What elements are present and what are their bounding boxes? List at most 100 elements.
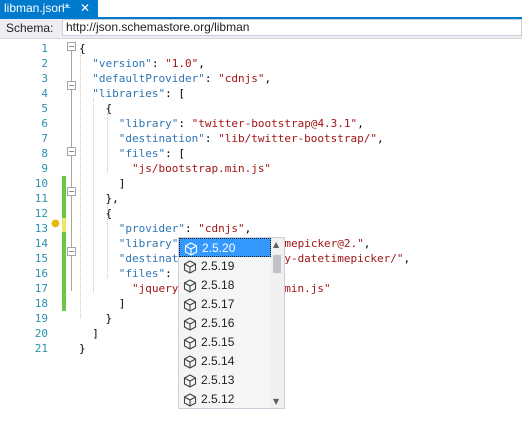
code-text: "library": "twitter-bootstrap@4.3.1",	[79, 116, 364, 131]
json-punctuation	[79, 222, 119, 235]
line-number: 9	[41, 162, 48, 175]
json-punctuation: :	[151, 57, 166, 70]
json-punctuation: :	[178, 117, 192, 130]
json-key: "defaultProvider"	[92, 72, 205, 85]
json-string: "lib/twitter-bootstrap/"	[218, 132, 378, 145]
json-punctuation: }	[79, 342, 86, 355]
code-line[interactable]: 9 "js/bootstrap.min.js"	[0, 161, 522, 176]
package-cube-icon	[183, 298, 197, 312]
completion-item[interactable]: 2.5.13	[179, 371, 271, 390]
json-string: "twitter-bootstrap@4.3.1"	[191, 117, 358, 130]
code-line[interactable]: 1{	[0, 41, 522, 56]
json-punctuation: },	[79, 192, 119, 205]
json-punctuation: : [	[165, 147, 185, 160]
json-punctuation: ]	[79, 297, 126, 310]
json-punctuation: :	[184, 222, 199, 235]
json-punctuation	[79, 57, 92, 70]
code-text: "libraries": [	[79, 86, 185, 101]
completion-item-label: 2.5.13	[201, 373, 235, 387]
package-cube-icon	[183, 279, 197, 293]
code-line[interactable]: 2 "version": "1.0",	[0, 56, 522, 71]
line-number: 10	[34, 177, 48, 190]
completion-item[interactable]: 2.5.18	[179, 276, 271, 295]
close-icon[interactable]: ✕	[80, 0, 90, 17]
json-punctuation	[79, 147, 119, 160]
json-punctuation: {	[79, 42, 86, 55]
line-number: 14	[34, 237, 48, 250]
line-number: 5	[41, 102, 48, 115]
package-cube-icon	[183, 374, 197, 388]
json-punctuation: ,	[244, 222, 252, 235]
completion-item-label: 2.5.12	[201, 392, 235, 406]
code-line[interactable]: 13 "provider": "cdnjs",	[0, 221, 522, 236]
json-key: "files"	[118, 267, 166, 280]
line-number: 4	[41, 87, 48, 100]
line-number: 7	[41, 132, 48, 145]
schema-url-field[interactable]: http://json.schemastore.org/libman	[62, 19, 522, 36]
json-key: "library"	[118, 117, 179, 130]
completion-item-label: 2.5.15	[201, 335, 235, 349]
tab-title: libman.json*	[4, 1, 70, 15]
json-punctuation: ,	[363, 237, 371, 250]
line-number: 1	[41, 42, 48, 55]
completion-list[interactable]: ▲ ▼ 2.5.20 2.5.19 2.5.18 2.5.17 2.5.16 2.5.15…	[178, 237, 285, 409]
json-punctuation: ,	[357, 117, 364, 130]
completion-scrollbar[interactable]: ▲ ▼	[271, 238, 284, 408]
code-line[interactable]: 6 "library": "twitter-bootstrap@4.3.1",	[0, 116, 522, 131]
completion-item[interactable]: 2.5.15	[179, 333, 271, 352]
package-cube-icon	[183, 336, 197, 350]
code-text: "destination": "lib/twitter-bootstrap/",	[79, 131, 384, 146]
code-line[interactable]: 10 ]	[0, 176, 522, 191]
package-cube-icon	[183, 355, 197, 369]
code-line[interactable]: 12 {	[0, 206, 522, 221]
json-key: "library"	[118, 237, 179, 250]
scroll-down-icon[interactable]: ▼	[273, 397, 279, 406]
line-number: 11	[34, 192, 48, 205]
json-punctuation: {	[79, 207, 113, 220]
json-punctuation	[79, 132, 119, 145]
code-line[interactable]: 11 },	[0, 191, 522, 206]
json-punctuation	[79, 252, 119, 265]
code-line[interactable]: 4 "libraries": [	[0, 86, 522, 101]
code-line[interactable]: 8 "files": [	[0, 146, 522, 161]
completion-item-label: 2.5.19	[201, 259, 235, 273]
json-key: "files"	[118, 147, 166, 160]
code-line[interactable]: 3 "defaultProvider": "cdnjs",	[0, 71, 522, 86]
code-text: ]	[79, 296, 126, 311]
completion-item[interactable]: 2.5.14	[179, 352, 271, 371]
document-tab[interactable]: libman.json* ⊢ ✕	[0, 0, 98, 17]
schema-bar: Schema: http://json.schemastore.org/libm…	[0, 19, 522, 39]
package-cube-icon	[183, 393, 197, 407]
code-line[interactable]: 7 "destination": "lib/twitter-bootstrap/…	[0, 131, 522, 146]
code-text: "version": "1.0",	[79, 56, 205, 71]
code-text: {	[79, 41, 86, 56]
line-number: 15	[34, 252, 48, 265]
completion-item[interactable]: 2.5.12	[179, 390, 271, 409]
line-number: 18	[34, 297, 48, 310]
json-punctuation	[79, 162, 132, 175]
completion-item[interactable]: 2.5.16	[179, 314, 271, 333]
scroll-up-icon[interactable]: ▲	[273, 240, 279, 249]
line-number: 19	[34, 312, 48, 325]
completion-item[interactable]: 2.5.20	[179, 238, 271, 257]
completion-item-label: 2.5.16	[201, 316, 235, 330]
code-text: "js/bootstrap.min.js"	[79, 161, 271, 176]
completion-item[interactable]: 2.5.17	[179, 295, 271, 314]
line-number: 3	[41, 72, 48, 85]
json-punctuation	[79, 282, 132, 295]
json-punctuation: :	[204, 132, 219, 145]
json-punctuation: ,	[198, 57, 205, 70]
json-punctuation: ,	[403, 252, 411, 265]
pin-icon[interactable]: ⊢	[62, 0, 72, 17]
line-number: 17	[34, 282, 48, 295]
line-number: 16	[34, 267, 48, 280]
code-text: "provider": "cdnjs",	[79, 221, 251, 236]
code-text: ]	[79, 176, 126, 191]
code-text: "files": [	[79, 146, 185, 161]
completion-item[interactable]: 2.5.19	[179, 257, 271, 276]
json-punctuation	[79, 117, 119, 130]
document-tab-bar: libman.json* ⊢ ✕	[0, 0, 522, 19]
code-line[interactable]: 5 {	[0, 101, 522, 116]
scroll-thumb[interactable]	[273, 255, 281, 273]
code-text: }	[79, 311, 112, 326]
